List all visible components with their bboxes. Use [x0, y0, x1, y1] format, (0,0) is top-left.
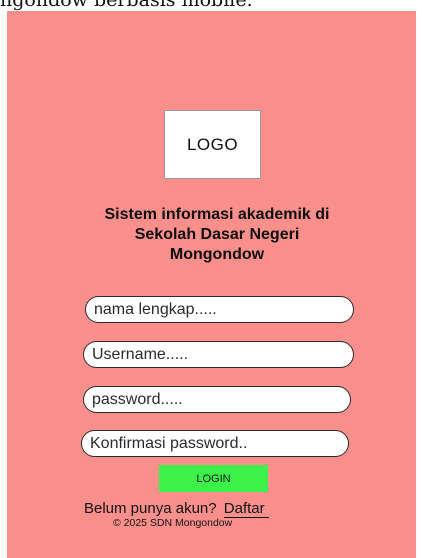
- signup-prompt: Belum punya akun?: [84, 500, 217, 517]
- app-title-line-1: Sistem informasi akademik di: [104, 206, 330, 223]
- username-input[interactable]: [83, 341, 354, 368]
- login-button[interactable]: LOGIN: [159, 465, 268, 492]
- login-screen: LOGO Sistem informasi akademik di Sekola…: [7, 11, 416, 558]
- signup-link[interactable]: Daftar: [223, 500, 269, 518]
- logo-placeholder: LOGO: [164, 110, 261, 179]
- caption-fragment: ngondow berbasis mobile.: [0, 0, 253, 11]
- app-title: Sistem informasi akademik di Sekolah Das…: [67, 205, 367, 265]
- app-title-line-3: Mongondow: [169, 246, 265, 263]
- fullname-input[interactable]: [85, 296, 354, 323]
- signup-row: Belum punya akun? Daftar: [84, 500, 269, 518]
- app-title-line-2: Sekolah Dasar Negeri: [134, 226, 300, 243]
- confirm-password-input[interactable]: [81, 430, 349, 457]
- copyright-footer: © 2025 SDN Mongondow: [113, 517, 233, 529]
- password-input[interactable]: [83, 386, 351, 413]
- logo-label: LOGO: [186, 134, 239, 154]
